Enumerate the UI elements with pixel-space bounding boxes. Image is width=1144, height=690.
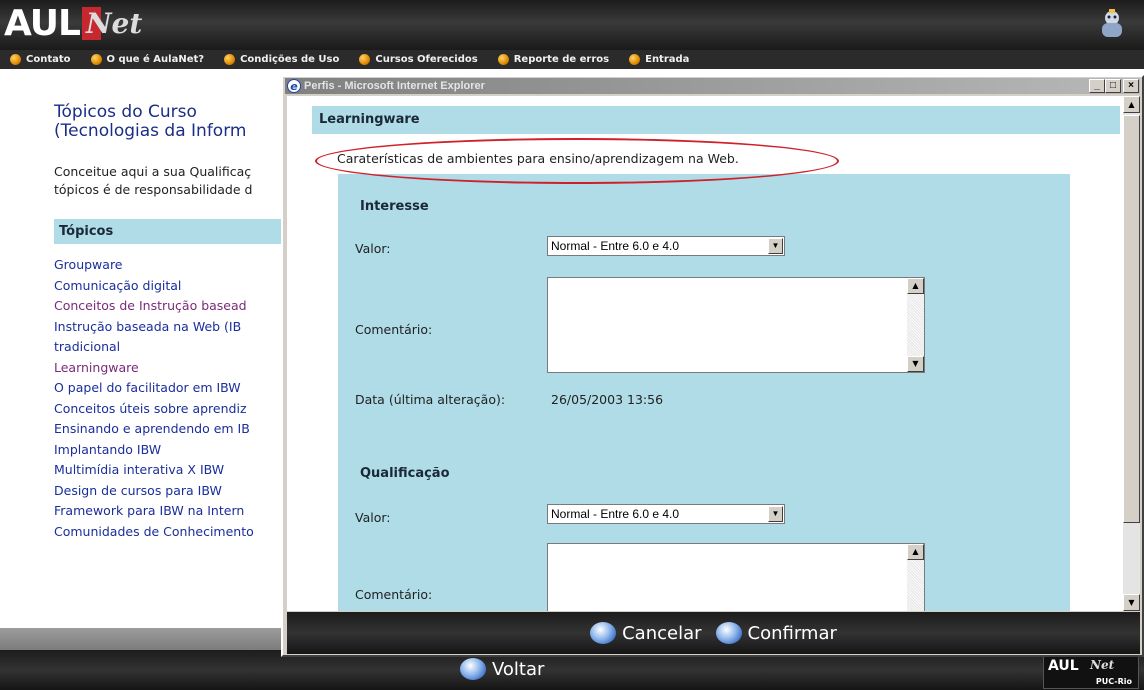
- topic-link[interactable]: O papel do facilitador em IBW: [54, 378, 294, 399]
- qualificacao-valor-select[interactable]: Normal - Entre 6.0 e 4.0 ▼: [547, 504, 785, 524]
- interesse-title: Interesse: [360, 199, 429, 214]
- topic-link[interactable]: Design de cursos para IBW: [54, 481, 294, 502]
- back-ball-icon: [460, 658, 486, 680]
- dropdown-arrow-icon[interactable]: ▼: [768, 506, 783, 522]
- window-controls: _ □ ×: [1089, 79, 1139, 93]
- qualificacao-comentario-textarea[interactable]: ▲: [547, 543, 925, 611]
- top-menu: Contato O que é AulaNet? Condições de Us…: [0, 50, 1144, 69]
- menu-contato[interactable]: Contato: [10, 54, 71, 65]
- minimize-button[interactable]: _: [1089, 79, 1105, 93]
- topic-link[interactable]: Implantando IBW: [54, 440, 294, 461]
- menu-bullet-icon: [497, 54, 509, 65]
- dropdown-arrow-icon[interactable]: ▼: [768, 238, 783, 254]
- menu-bullet-icon: [224, 54, 236, 65]
- qualificacao-comentario-label: Comentário:: [355, 587, 433, 602]
- aulanet-logo[interactable]: AUL Net: [4, 2, 147, 44]
- scroll-down-icon[interactable]: ▼: [1123, 594, 1140, 611]
- topic-link[interactable]: Comunicação digital: [54, 276, 294, 297]
- menu-bullet-icon: [10, 54, 21, 65]
- logo-subtext: Net: [81, 6, 147, 40]
- page-title: Tópicos do Curso (Tecnologias da Inform: [54, 102, 247, 141]
- close-button[interactable]: ×: [1123, 79, 1139, 93]
- menu-label: O que é AulaNet?: [106, 54, 205, 65]
- menu-bullet-icon: [629, 54, 641, 65]
- perfis-popup-window: e Perfis - Microsoft Internet Explorer _…: [281, 75, 1144, 657]
- mascot-icon: [1102, 9, 1122, 37]
- intro-text: Conceitue aqui a sua Qualificaç tópicos …: [54, 164, 253, 197]
- menu-o-que-e-aulanet[interactable]: O que é AulaNet?: [90, 54, 205, 65]
- popup-titlebar[interactable]: e Perfis - Microsoft Internet Explorer _…: [285, 78, 1140, 94]
- topic-list: Groupware Comunicação digital Conceitos de…: [54, 255, 294, 542]
- cancel-label: Cancelar: [622, 622, 702, 644]
- scroll-down-icon[interactable]: ▼: [907, 356, 924, 372]
- topic-link[interactable]: Conceitos de Instrução basead: [54, 296, 294, 317]
- footer-logo: AUL Net PUC-Rio: [1043, 655, 1139, 689]
- footer-logo-subtext: Net: [1090, 658, 1115, 672]
- menu-label: Cursos Oferecidos: [375, 54, 478, 65]
- menu-label: Contato: [26, 54, 71, 65]
- popup-title: Perfis - Microsoft Internet Explorer: [304, 80, 485, 92]
- topic-link[interactable]: Groupware: [54, 255, 294, 276]
- menu-label: Reporte de erros: [513, 54, 610, 65]
- confirm-label: Confirmar: [747, 622, 837, 644]
- internet-explorer-icon: e: [287, 79, 301, 93]
- cancel-button[interactable]: Cancelar: [590, 622, 702, 644]
- logo-text: AUL: [4, 2, 81, 44]
- popup-vertical-scrollbar[interactable]: ▲ ▼: [1123, 96, 1140, 611]
- interesse-comentario-label: Comentário:: [355, 322, 433, 337]
- scroll-up-icon[interactable]: ▲: [1123, 96, 1140, 113]
- back-button[interactable]: Voltar: [460, 658, 544, 680]
- site-header: AUL Net: [0, 0, 1144, 50]
- topic-link[interactable]: Instrução baseada na Web (IB tradicional: [54, 317, 294, 358]
- topic-link[interactable]: Ensinando e aprendendo em IB: [54, 419, 294, 440]
- menu-bullet-icon: [359, 54, 371, 65]
- topic-link[interactable]: Conceitos úteis sobre aprendiz: [54, 399, 294, 420]
- scroll-up-icon[interactable]: ▲: [907, 544, 924, 560]
- interesse-data-value: 26/05/2003 13:56: [551, 392, 664, 407]
- topic-link[interactable]: Framework para IBW na Intern: [54, 501, 294, 522]
- qualificacao-valor-label: Valor:: [355, 510, 391, 525]
- red-annotation-ellipse: [315, 138, 839, 184]
- menu-condicoes-de-uso[interactable]: Condições de Uso: [224, 54, 339, 65]
- scroll-thumb[interactable]: [1123, 115, 1140, 523]
- select-value: Normal - Entre 6.0 e 4.0: [551, 507, 680, 521]
- footer-logo-text: AUL: [1048, 658, 1079, 674]
- interesse-valor-label: Valor:: [355, 241, 391, 256]
- menu-reporte-de-erros[interactable]: Reporte de erros: [497, 54, 610, 65]
- confirm-button[interactable]: Confirmar: [715, 622, 837, 644]
- topic-link[interactable]: Comunidades de Conhecimento: [54, 522, 294, 543]
- interesse-valor-select[interactable]: Normal - Entre 6.0 e 4.0 ▼: [547, 236, 785, 256]
- interesse-data-label: Data (última alteração):: [355, 392, 506, 407]
- menu-label: Condições de Uso: [240, 54, 340, 65]
- topic-link[interactable]: Multimídia interativa X IBW: [54, 460, 294, 481]
- confirm-ball-icon: [715, 622, 742, 644]
- topic-link[interactable]: Learningware: [54, 358, 294, 379]
- popup-action-bar: Cancelar Confirmar: [287, 612, 1140, 654]
- menu-label: Entrada: [645, 54, 690, 65]
- section-header: Learningware: [312, 106, 1120, 134]
- menu-bullet-icon: [90, 54, 102, 65]
- maximize-button[interactable]: □: [1105, 79, 1121, 93]
- interesse-comentario-textarea[interactable]: ▲ ▼: [547, 277, 925, 373]
- scroll-up-icon[interactable]: ▲: [907, 278, 924, 294]
- popup-content: Learningware Caraterísticas de ambientes…: [287, 96, 1123, 611]
- select-value: Normal - Entre 6.0 e 4.0: [551, 239, 680, 253]
- menu-cursos-oferecidos[interactable]: Cursos Oferecidos: [359, 54, 478, 65]
- qualificacao-title: Qualificação: [360, 466, 450, 481]
- footer-logo-org: PUC-Rio: [1095, 677, 1132, 686]
- cancel-ball-icon: [590, 622, 617, 644]
- back-label: Voltar: [492, 658, 545, 680]
- topics-heading: Tópicos: [54, 219, 294, 244]
- menu-entrada[interactable]: Entrada: [629, 54, 689, 65]
